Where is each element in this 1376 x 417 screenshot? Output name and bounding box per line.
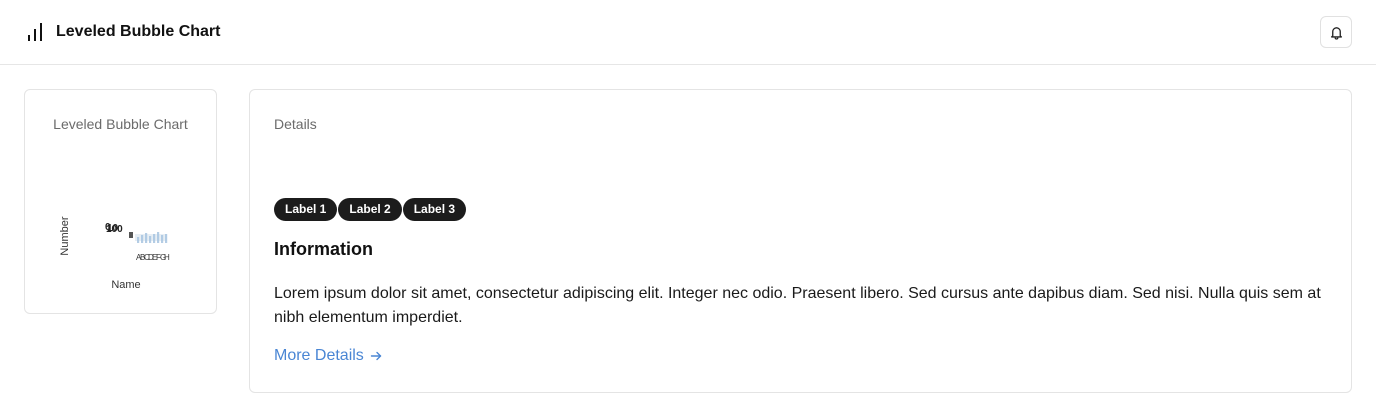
details-title: Details <box>274 116 317 132</box>
y-axis-tick <box>129 232 133 238</box>
y-tick-labels: 010100 <box>105 222 133 238</box>
brand: Leveled Bubble Chart <box>26 22 220 42</box>
label-badge: Label 3 <box>402 198 467 221</box>
bubble <box>165 234 168 243</box>
information-body: Lorem ipsum dolor sit amet, consectetur … <box>274 285 1321 326</box>
x-tick-labels: ABCDEF GH <box>136 253 170 262</box>
bubble <box>145 233 148 243</box>
notifications-button[interactable] <box>1320 16 1352 48</box>
chart-card: Leveled Bubble Chart Number Name 0 10 100 … <box>24 89 217 314</box>
bubble-series <box>135 232 168 243</box>
top-bar: Leveled Bubble Chart <box>0 0 1376 65</box>
bubble <box>153 234 156 243</box>
information-heading: Information <box>274 239 373 259</box>
bubble <box>157 232 160 243</box>
y-tick-label: 100 <box>106 224 123 235</box>
app-title: Leveled Bubble Chart <box>56 23 221 40</box>
bubble <box>161 235 164 243</box>
label-badge: Label 2 <box>338 198 402 221</box>
x-tick-label: H <box>164 253 170 262</box>
more-details-link[interactable]: More Details <box>274 347 382 365</box>
x-axis-label: Name <box>111 279 140 291</box>
bell-icon <box>1330 26 1342 40</box>
details-card: Details Label 1 Label 2 Label 3 Informat… <box>249 89 1352 393</box>
label-badge: Label 1 <box>274 198 338 221</box>
label-list: Label 1 Label 2 Label 3 <box>274 198 467 221</box>
y-axis-label: Number <box>59 216 71 255</box>
bubble <box>149 236 152 243</box>
bubble <box>137 237 140 243</box>
bubble-chart: Number Name 010100 ABCDEF GH <box>59 216 170 291</box>
bar-chart-icon <box>28 23 42 41</box>
more-details-label: More Details <box>274 347 364 364</box>
arrow-right-icon <box>370 351 382 361</box>
bubble <box>141 235 144 243</box>
